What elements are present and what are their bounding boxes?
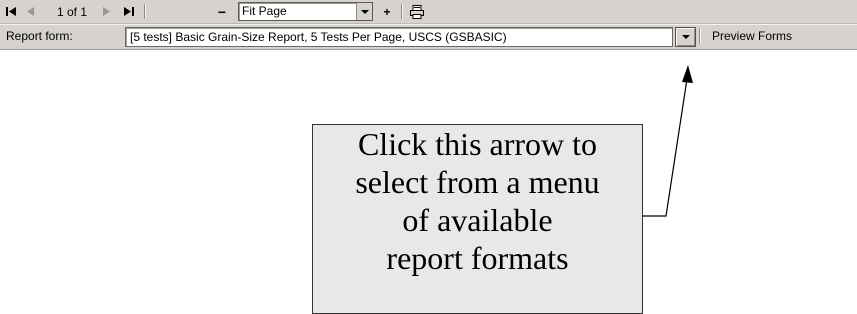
zoom-dropdown-button[interactable] bbox=[356, 3, 372, 20]
report-form-label: Report form: bbox=[6, 29, 73, 43]
callout-line: report formats bbox=[386, 240, 569, 276]
report-viewer-toolbar: 1 of 1 − Fit Page + bbox=[0, 0, 857, 24]
dropdown-arrow-icon bbox=[681, 35, 690, 39]
last-page-icon bbox=[123, 7, 134, 16]
toolbar-separator bbox=[144, 4, 146, 19]
chevron-down-icon bbox=[360, 9, 369, 14]
callout-line: select from a menu bbox=[355, 164, 600, 200]
report-form-dropdown-button[interactable] bbox=[675, 27, 696, 47]
arrowhead-icon bbox=[682, 65, 693, 83]
zoom-value: Fit Page bbox=[242, 4, 287, 18]
previous-page-button[interactable] bbox=[22, 0, 40, 23]
toolbar-separator bbox=[699, 28, 701, 44]
callout-line: Click this arrow to bbox=[357, 126, 598, 162]
zoom-in-button[interactable]: + bbox=[378, 0, 396, 23]
previous-page-icon bbox=[27, 7, 34, 16]
print-button[interactable] bbox=[408, 0, 426, 23]
first-page-icon bbox=[5, 7, 16, 16]
zoom-out-button[interactable]: − bbox=[213, 0, 231, 23]
last-page-button[interactable] bbox=[120, 0, 138, 23]
zoom-select[interactable]: Fit Page bbox=[238, 2, 373, 21]
zoom-in-label: + bbox=[383, 4, 391, 19]
zoom-out-label: − bbox=[217, 3, 227, 20]
callout-line: of available bbox=[402, 202, 553, 238]
callout-box: Click this arrow to select from a menu o… bbox=[312, 124, 643, 314]
first-page-button[interactable] bbox=[2, 0, 20, 23]
next-page-icon bbox=[103, 7, 110, 16]
next-page-button[interactable] bbox=[98, 0, 116, 23]
page-indicator: 1 of 1 bbox=[56, 4, 88, 19]
report-form-value: [5 tests] Basic Grain-Size Report, 5 Tes… bbox=[130, 30, 507, 44]
toolbar-separator bbox=[401, 4, 403, 19]
pointer-line bbox=[643, 78, 688, 217]
report-form-select[interactable]: [5 tests] Basic Grain-Size Report, 5 Tes… bbox=[125, 27, 673, 47]
preview-forms-button[interactable]: Preview Forms bbox=[712, 24, 792, 48]
printer-icon bbox=[410, 4, 424, 19]
